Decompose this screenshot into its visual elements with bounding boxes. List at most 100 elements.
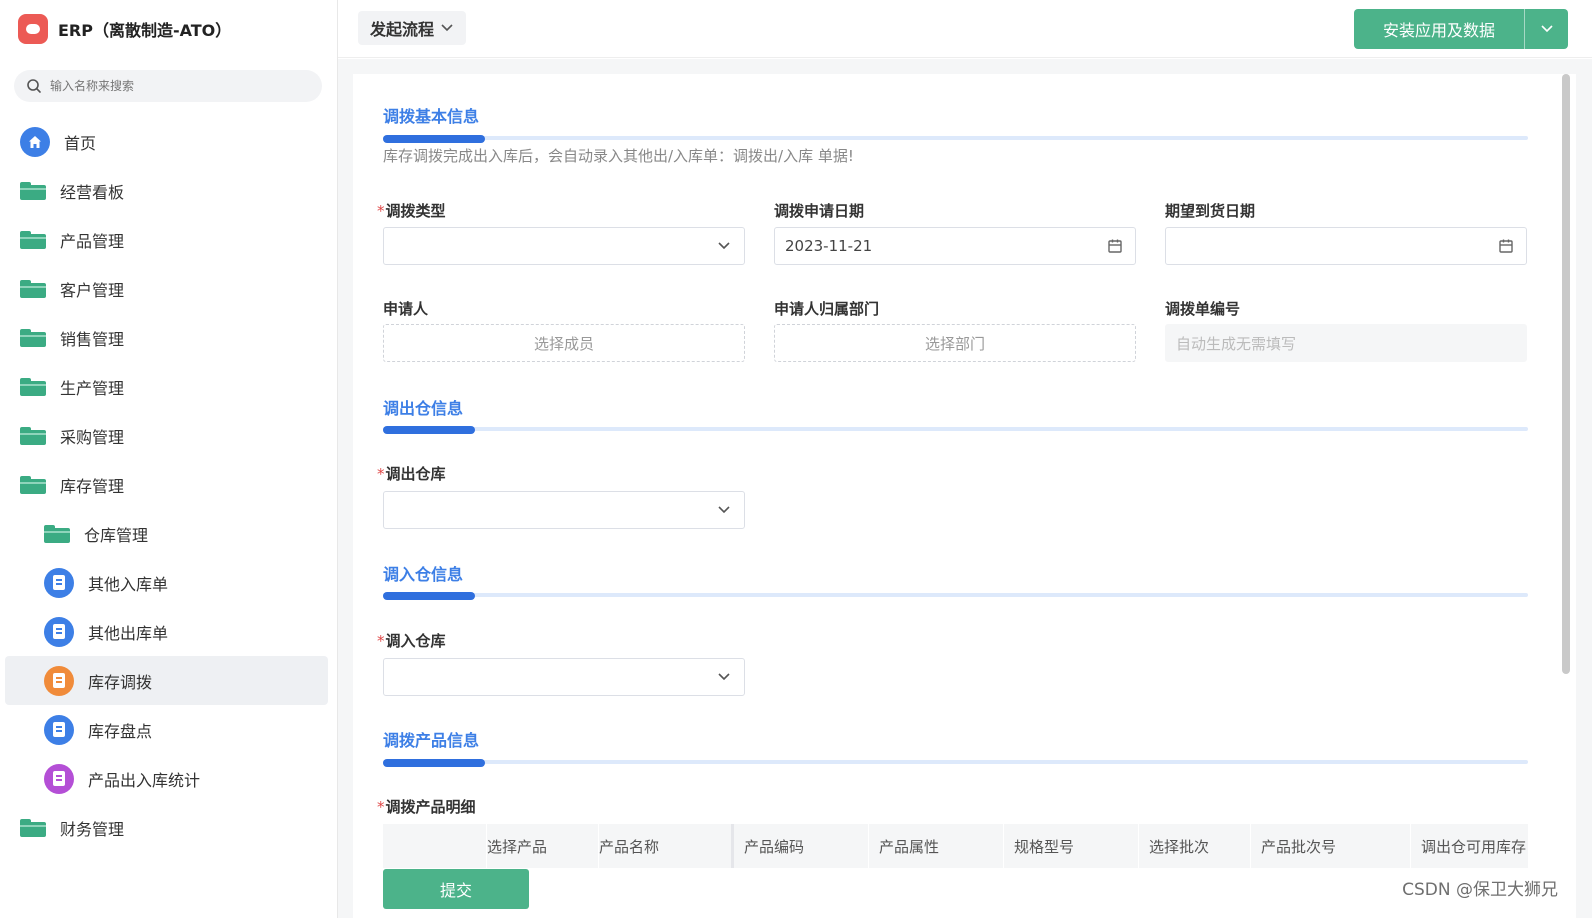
field-value: 2023-11-21 [785,237,873,255]
start-flow-label: 发起流程 [370,20,435,39]
scrollbar[interactable] [1562,74,1570,674]
sidebar-item-io-stats[interactable]: 产品出入库统计 [0,754,338,803]
document-icon [44,616,74,647]
sidebar-item-label: 仓库管理 [84,525,149,545]
sidebar-item-sales[interactable]: 销售管理 [0,313,338,362]
table-header-cell: 选择产品 [487,824,599,868]
field-placeholder: 选择部门 [924,334,985,353]
sidebar-item-inventory[interactable]: 库存管理 [0,460,338,509]
folder-icon [20,279,46,298]
folder-icon [20,426,46,445]
label-in-warehouse: *调入仓库 [377,630,446,651]
sidebar-item-label: 库存盘点 [88,721,153,741]
table-header-cell: 调出仓可用库存 [1411,824,1528,868]
label-expected-date: 期望到货日期 [1165,202,1256,220]
field-placeholder: 自动生成无需填写 [1176,334,1297,353]
submit-button[interactable]: 提交 [383,869,529,909]
folder-icon [20,377,46,396]
sidebar-item-home[interactable]: 首页 [0,117,338,166]
home-icon [20,126,50,157]
product-table-header: 选择产品 产品名称 产品编码 产品属性 规格型号 选择批次 产品批次号 调出仓可… [383,824,1528,868]
in-warehouse-select[interactable] [383,658,745,696]
sidebar-item-other-outbound[interactable]: 其他出库单 [0,607,338,656]
search-box[interactable] [14,70,322,102]
sidebar-item-other-inbound[interactable]: 其他入库单 [0,558,338,607]
sidebar-item-label: 产品出入库统计 [88,770,201,790]
table-header-cell: 选择批次 [1139,824,1251,868]
app-title: ERP（离散制造-ATO） [58,21,232,40]
column-label: 调出仓可用库存 [1421,837,1527,856]
label-text: 调拨类型 [385,202,446,220]
sidebar: ERP（离散制造-ATO） 首页 经营看板 产品管理 [0,0,338,918]
sidebar-item-label: 销售管理 [60,329,125,349]
transfer-number-field: 自动生成无需填写 [1165,324,1527,362]
chevron-down-icon [1540,25,1553,33]
section-hint: 库存调拨完成出入库后，会自动录入其他出/入库单：调拨出/入库 单据! [383,147,854,165]
install-app-label: 安装应用及数据 [1382,21,1495,40]
sidebar-item-label: 其他入库单 [88,574,169,594]
table-header-cell: 产品编码 [734,824,869,868]
install-dropdown-toggle[interactable] [1525,24,1568,34]
transfer-type-select[interactable] [383,227,745,265]
column-label: 产品名称 [599,837,660,856]
applicant-picker[interactable]: 选择成员 [383,324,745,362]
folder-icon [44,524,70,543]
section-divider [383,592,1528,600]
column-label: 规格型号 [1014,837,1075,856]
table-header-cell: 产品批次号 [1251,824,1411,868]
folder-icon [20,328,46,347]
request-date-field[interactable]: 2023-11-21 [774,227,1136,265]
install-app-button[interactable]: 安装应用及数据 [1354,9,1568,49]
sidebar-item-label: 库存调拨 [88,672,153,692]
field-placeholder: 选择成员 [533,334,594,353]
sidebar-item-label: 财务管理 [60,819,125,839]
label-text: 调入仓库 [385,632,446,650]
search-input[interactable] [50,79,300,93]
label-transfer-type: *调拨类型 [377,200,446,221]
sidebar-item-production[interactable]: 生产管理 [0,362,338,411]
sidebar-item-warehouse[interactable]: 仓库管理 [0,509,338,558]
sidebar-item-stock-transfer[interactable]: 库存调拨 [5,656,328,705]
table-header-cell: 产品名称 [599,824,734,868]
sidebar-item-label: 经营看板 [60,182,125,202]
label-applicant-dept: 申请人归属部门 [774,300,880,318]
sidebar-item-products[interactable]: 产品管理 [0,215,338,264]
folder-icon [20,181,46,200]
sidebar-item-dashboard[interactable]: 经营看板 [0,166,338,215]
column-label: 选择产品 [487,837,548,856]
app-header: ERP（离散制造-ATO） [18,14,231,44]
label-text: 调拨产品明细 [385,798,476,816]
label-request-date: 调拨申请日期 [774,202,865,220]
report-icon [44,763,74,794]
section-title-out: 调出仓信息 [383,399,464,418]
sidebar-item-finance[interactable]: 财务管理 [0,803,338,852]
expected-date-field[interactable] [1165,227,1527,265]
sidebar-item-label: 库存管理 [60,476,125,496]
sidebar-item-customers[interactable]: 客户管理 [0,264,338,313]
sidebar-item-purchasing[interactable]: 采购管理 [0,411,338,460]
document-icon [44,714,74,745]
start-flow-button[interactable]: 发起流程 [358,11,467,45]
column-label: 产品编码 [744,837,805,856]
label-product-detail: *调拨产品明细 [377,796,476,817]
section-title-in: 调入仓信息 [383,565,464,584]
content-area: 调拨基本信息 库存调拨完成出入库后，会自动录入其他出/入库单：调拨出/入库 单据… [338,59,1592,918]
sidebar-item-label: 其他出库单 [88,623,169,643]
table-header-cell [383,824,487,868]
required-mark: * [377,632,385,650]
required-mark: * [377,465,385,483]
document-icon [44,567,74,598]
out-warehouse-select[interactable] [383,491,745,529]
watermark: CSDN @保卫大狮兄 [1402,880,1558,900]
app-root: ERP（离散制造-ATO） 首页 经营看板 产品管理 [0,0,1592,918]
sidebar-item-label: 客户管理 [60,280,125,300]
chevron-down-icon [441,24,453,32]
chevron-down-icon [718,242,730,250]
column-label: 选择批次 [1149,837,1210,856]
chevron-down-icon [718,673,730,681]
transfer-icon [44,665,74,696]
sidebar-item-label: 采购管理 [60,427,125,447]
sidebar-item-stocktake[interactable]: 库存盘点 [0,705,338,754]
calendar-icon [1499,239,1513,253]
department-picker[interactable]: 选择部门 [774,324,1136,362]
